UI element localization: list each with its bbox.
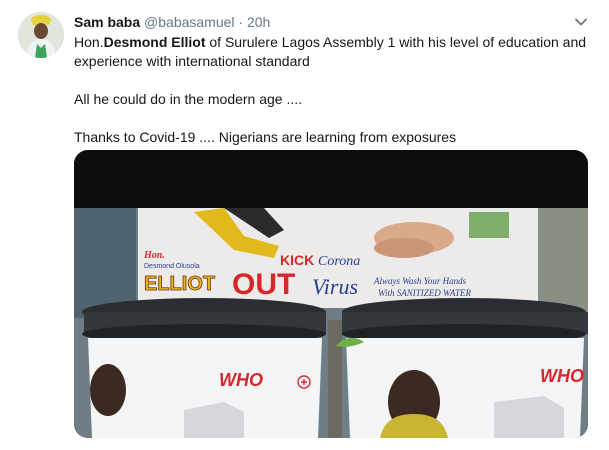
banner-wash-line-1: Always Wash Your Hands — [373, 276, 467, 286]
tweet-media-image[interactable]: Hon. Desmond Olusola ELLIOT KICK Corona … — [74, 150, 588, 438]
tweet-line-1: Hon.Desmond Elliot of Surulere Lagos Ass… — [74, 33, 594, 52]
mention-name: Desmond Elliot — [103, 34, 206, 50]
tweet-line-4: Thanks to Covid-19 .... Nigerians are le… — [74, 129, 457, 145]
tweet-card[interactable]: Sam baba @babasamuel · 20h Hon.Desmond E… — [0, 0, 609, 450]
banner-corona: Corona — [318, 254, 360, 269]
banner-out: OUT — [232, 268, 295, 301]
display-name[interactable]: Sam baba — [74, 14, 140, 30]
text-prefix: Hon. — [74, 34, 104, 50]
tweet-text: Hon.Desmond Elliot of Surulere Lagos Ass… — [74, 33, 594, 147]
banner-kick: KICK — [280, 252, 314, 268]
banner-name: Desmond Olusola — [144, 263, 200, 270]
tweet-line-2: experience with international standard — [74, 53, 310, 69]
user-handle[interactable]: @babasamuel — [144, 14, 235, 30]
separator: · — [238, 14, 244, 30]
bucket-label-left: WHO — [219, 370, 263, 390]
avatar[interactable] — [18, 12, 64, 58]
text-rest: of Surulere Lagos Assembly 1 with his le… — [205, 34, 587, 50]
avatar-image — [18, 12, 64, 58]
tweet-line-3: All he could do in the modern age .... — [74, 91, 303, 107]
tweet-header: Sam baba @babasamuel · 20h — [74, 12, 270, 32]
banner-hon: Hon. — [143, 250, 165, 261]
banner-surname: ELLIOT — [144, 273, 215, 295]
banner-wash-line-2: With SANITIZED WATER — [378, 288, 472, 298]
bucket-label-right: WHO — [540, 366, 584, 386]
chevron-down-icon[interactable] — [573, 14, 589, 30]
media-photo: Hon. Desmond Olusola ELLIOT KICK Corona … — [74, 150, 588, 438]
banner-virus: Virus — [312, 274, 358, 299]
timestamp[interactable]: 20h — [247, 14, 270, 30]
